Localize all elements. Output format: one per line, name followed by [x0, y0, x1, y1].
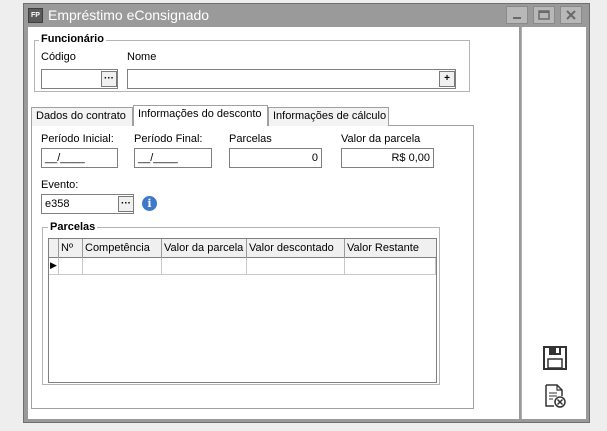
- codigo-label: Código: [41, 51, 76, 63]
- nome-add-button[interactable]: +: [439, 71, 455, 87]
- cancel-document-icon: [545, 384, 566, 408]
- minimize-icon: [513, 17, 521, 19]
- column-header-valor-parcela[interactable]: Valor da parcela: [162, 239, 247, 258]
- cancel-button[interactable]: [542, 383, 568, 409]
- close-icon: [566, 10, 576, 20]
- maximize-button[interactable]: [533, 6, 555, 24]
- column-header-numero[interactable]: Nº: [59, 239, 83, 258]
- column-header-competencia[interactable]: Competência: [83, 239, 162, 258]
- parcelas-field[interactable]: 0: [229, 148, 322, 168]
- save-icon: [543, 346, 567, 370]
- tab-informacoes-desconto[interactable]: Informações do desconto: [133, 105, 268, 126]
- row-indicator: ▶: [49, 258, 59, 275]
- title-bar[interactable]: FP Empréstimo eConsignado: [24, 4, 589, 27]
- parcelas-group-title: Parcelas: [48, 221, 98, 233]
- table-cell[interactable]: [247, 258, 345, 275]
- table-cell[interactable]: [162, 258, 247, 275]
- valor-parcela-label: Valor da parcela: [341, 133, 421, 145]
- window-title: Empréstimo eConsignado: [48, 7, 210, 23]
- close-button[interactable]: [560, 6, 582, 24]
- grid-indicator-header: [49, 239, 59, 258]
- app-icon: FP: [28, 8, 43, 23]
- parcelas-grid[interactable]: Nº Competência Valor da parcela Valor de…: [48, 238, 437, 383]
- table-cell[interactable]: [345, 258, 436, 275]
- tab-dados-contrato[interactable]: Dados do contrato: [31, 107, 133, 126]
- info-icon[interactable]: i: [142, 196, 157, 211]
- table-cell[interactable]: [83, 258, 162, 275]
- codigo-lookup-button[interactable]: ···: [101, 71, 117, 87]
- save-button[interactable]: [542, 345, 568, 371]
- funcionario-group-title: Funcionário: [39, 33, 106, 45]
- evento-lookup-button[interactable]: ···: [118, 196, 134, 212]
- nome-field[interactable]: [127, 69, 456, 89]
- column-header-valor-descontado[interactable]: Valor descontado: [247, 239, 345, 258]
- periodo-inicial-label: Período Inicial:: [41, 133, 114, 145]
- table-cell[interactable]: [59, 258, 83, 275]
- parcelas-label: Parcelas: [229, 133, 272, 145]
- minimize-button[interactable]: [506, 6, 528, 24]
- maximize-icon: [538, 10, 550, 20]
- valor-parcela-field[interactable]: R$ 0,00: [341, 148, 434, 168]
- evento-label: Evento:: [41, 179, 79, 191]
- grid-header: Nº Competência Valor da parcela Valor de…: [49, 239, 436, 258]
- periodo-inicial-field[interactable]: __/____: [41, 148, 118, 168]
- nome-label: Nome: [127, 51, 157, 63]
- side-action-panel: [521, 27, 586, 419]
- periodo-final-label: Período Final:: [134, 133, 203, 145]
- tab-informacoes-calculo[interactable]: Informações de cálculo: [268, 107, 389, 126]
- column-header-valor-restante[interactable]: Valor Restante: [345, 239, 436, 258]
- periodo-final-field[interactable]: __/____: [134, 148, 212, 168]
